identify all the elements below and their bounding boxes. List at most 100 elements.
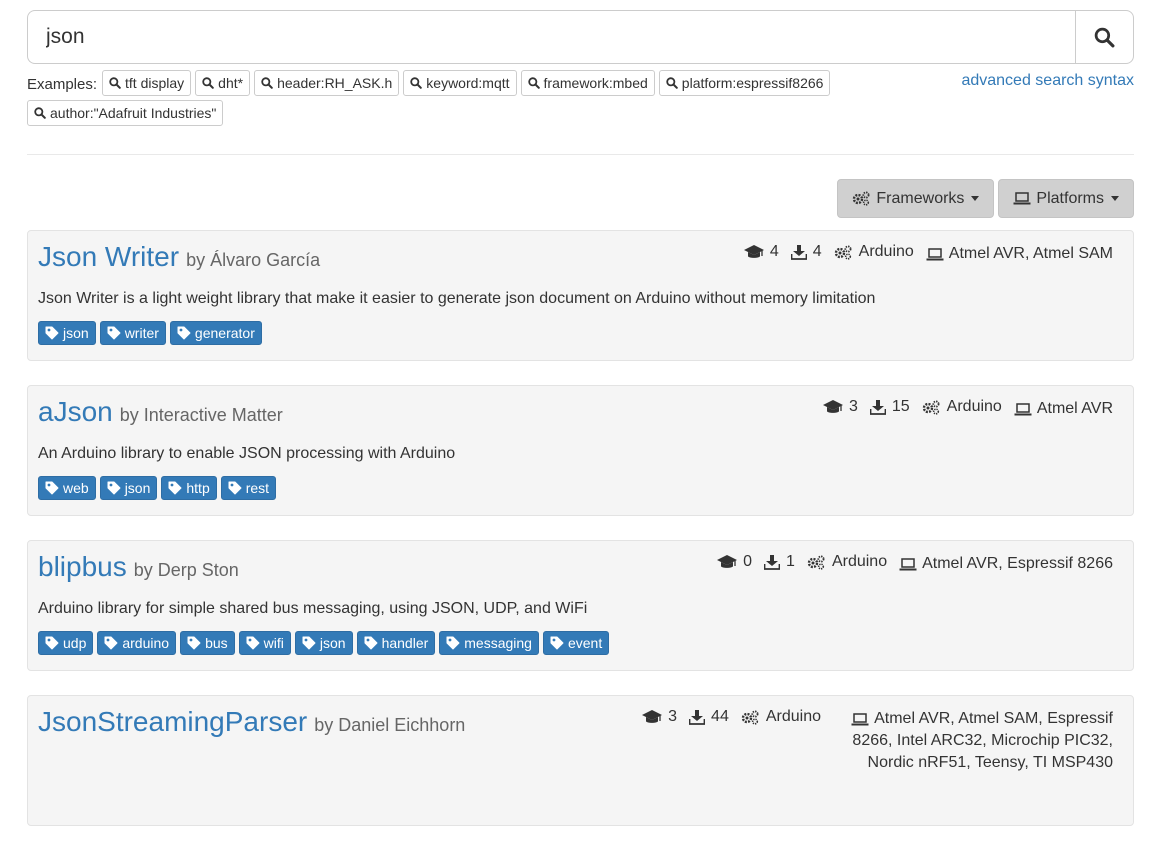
tag-icon xyxy=(446,636,460,650)
keyword-tag[interactable]: json xyxy=(38,321,96,345)
download-icon xyxy=(689,709,706,725)
keyword-tag-label: json xyxy=(124,480,151,496)
keyword-tag[interactable]: json xyxy=(294,631,353,655)
example-chip-label: tft display xyxy=(125,75,185,91)
laptop-icon xyxy=(1013,192,1031,205)
library-description: Arduino library for simple shared bus me… xyxy=(38,600,588,617)
examples-count-value: 3 xyxy=(668,708,678,725)
framework-info: Arduino xyxy=(834,243,914,261)
examples-count: 0 xyxy=(717,553,752,571)
keyword-tag[interactable]: udp xyxy=(38,631,94,655)
example-chip[interactable]: header:RH_ASK.h xyxy=(254,70,400,96)
tag-icon xyxy=(45,326,59,340)
framework-info: Arduino xyxy=(807,553,887,571)
keyword-tag[interactable]: messaging xyxy=(439,631,539,655)
search-button[interactable] xyxy=(1075,10,1134,64)
library-description: Json Writer is a light weight library th… xyxy=(38,290,876,307)
keyword-tag[interactable]: event xyxy=(542,631,610,655)
keyword-tag[interactable]: http xyxy=(161,476,217,500)
graduation-cap-icon xyxy=(642,709,663,725)
library-author: by Derp Ston xyxy=(133,560,239,580)
platforms-value: Atmel AVR, Atmel SAM, Espressif 8266, In… xyxy=(852,710,1113,771)
library-card: Json Writer by Álvaro García 4 4 Arduino… xyxy=(27,230,1134,361)
library-name-link[interactable]: aJson xyxy=(38,396,113,428)
example-chip[interactable]: framework:mbed xyxy=(520,70,655,96)
divider xyxy=(27,154,1134,155)
downloads-count: 44 xyxy=(689,708,729,726)
caret-down-icon xyxy=(971,196,980,201)
example-chip[interactable]: tft display xyxy=(102,70,192,96)
keyword-tag-label: event xyxy=(567,635,603,651)
search-icon xyxy=(410,77,423,89)
keyword-tag[interactable]: rest xyxy=(220,476,277,500)
library-tags: json writer generator xyxy=(38,321,1113,345)
frameworks-dropdown[interactable]: Frameworks xyxy=(837,179,995,218)
graduation-cap-icon xyxy=(743,244,764,260)
cogs-icon xyxy=(852,191,871,206)
platforms-info: Atmel AVR, Atmel SAM xyxy=(926,243,1113,265)
search-icon xyxy=(109,77,121,89)
cogs-icon xyxy=(741,710,760,725)
tag-icon xyxy=(45,481,59,495)
search-icon xyxy=(34,107,46,119)
example-chip[interactable]: platform:espressif8266 xyxy=(658,70,831,96)
search-icon xyxy=(666,77,678,89)
results-list: Json Writer by Álvaro García 4 4 Arduino… xyxy=(27,230,1134,826)
tag-icon xyxy=(45,636,59,650)
downloads-count-value: 44 xyxy=(711,708,729,725)
advanced-search-syntax-link[interactable]: advanced search syntax xyxy=(961,72,1134,90)
examples-count-value: 0 xyxy=(743,553,753,570)
library-card: blipbus by Derp Ston 0 1 Arduino Atmel A… xyxy=(27,540,1134,671)
examples-label: Examples: xyxy=(27,76,98,93)
library-name-link[interactable]: Json Writer xyxy=(38,241,179,273)
platforms-dropdown[interactable]: Platforms xyxy=(998,179,1134,218)
search-input[interactable] xyxy=(27,10,1075,64)
keyword-tag[interactable]: arduino xyxy=(97,631,177,655)
cogs-icon xyxy=(807,555,826,570)
keyword-tag-label: json xyxy=(319,635,346,651)
library-name-link[interactable]: JsonStreamingParser xyxy=(38,706,307,738)
examples-row: Examples: tft display dht* header:RH_ASK… xyxy=(27,70,1134,130)
example-chip-label: platform:espressif8266 xyxy=(681,75,824,91)
tag-icon xyxy=(187,636,201,650)
library-name-link[interactable]: blipbus xyxy=(38,551,127,583)
platforms-info: Atmel AVR xyxy=(1014,398,1113,420)
keyword-tag-label: writer xyxy=(124,325,159,341)
keyword-tag[interactable]: handler xyxy=(356,631,436,655)
keyword-tag-label: wifi xyxy=(263,635,284,651)
tag-icon xyxy=(104,636,118,650)
library-card: JsonStreamingParser by Daniel Eichhorn 3… xyxy=(27,695,1134,826)
platforms-value: Atmel AVR, Atmel SAM xyxy=(948,245,1113,262)
library-tags: web json http rest xyxy=(38,476,1113,500)
keyword-tag-label: handler xyxy=(381,635,429,651)
example-chip[interactable]: keyword:mqtt xyxy=(403,70,517,96)
examples-count: 3 xyxy=(822,398,858,416)
library-card: aJson by Interactive Matter 3 15 Arduino… xyxy=(27,385,1134,516)
library-meta: 0 1 Arduino Atmel AVR, Espressif 8266 xyxy=(717,553,1113,575)
framework-value: Arduino xyxy=(858,243,914,260)
keyword-tag[interactable]: json xyxy=(99,476,158,500)
cogs-icon xyxy=(922,400,941,415)
platforms-label: Platforms xyxy=(1036,189,1104,207)
keyword-tag-label: generator xyxy=(194,325,255,341)
framework-info: Arduino xyxy=(922,398,1002,416)
tag-icon xyxy=(550,636,564,650)
example-chip[interactable]: author:"Adafruit Industries" xyxy=(27,100,224,126)
keyword-tag[interactable]: generator xyxy=(169,321,262,345)
library-description: An Arduino library to enable JSON proces… xyxy=(38,445,456,462)
example-chip[interactable]: dht* xyxy=(195,70,251,96)
keyword-tag[interactable]: web xyxy=(38,476,96,500)
downloads-count-value: 1 xyxy=(786,553,795,570)
framework-value: Arduino xyxy=(765,708,821,725)
tag-icon xyxy=(168,481,182,495)
framework-value: Arduino xyxy=(831,553,888,570)
cogs-icon xyxy=(834,245,853,260)
downloads-count: 4 xyxy=(790,243,822,261)
keyword-tag-label: arduino xyxy=(122,635,170,651)
keyword-tag[interactable]: writer xyxy=(99,321,166,345)
framework-info: Arduino xyxy=(741,708,821,726)
keyword-tag[interactable]: wifi xyxy=(238,631,291,655)
examples-count: 4 xyxy=(743,243,779,261)
keyword-tag[interactable]: bus xyxy=(180,631,235,655)
library-meta: 4 4 Arduino Atmel AVR, Atmel SAM xyxy=(743,243,1113,265)
